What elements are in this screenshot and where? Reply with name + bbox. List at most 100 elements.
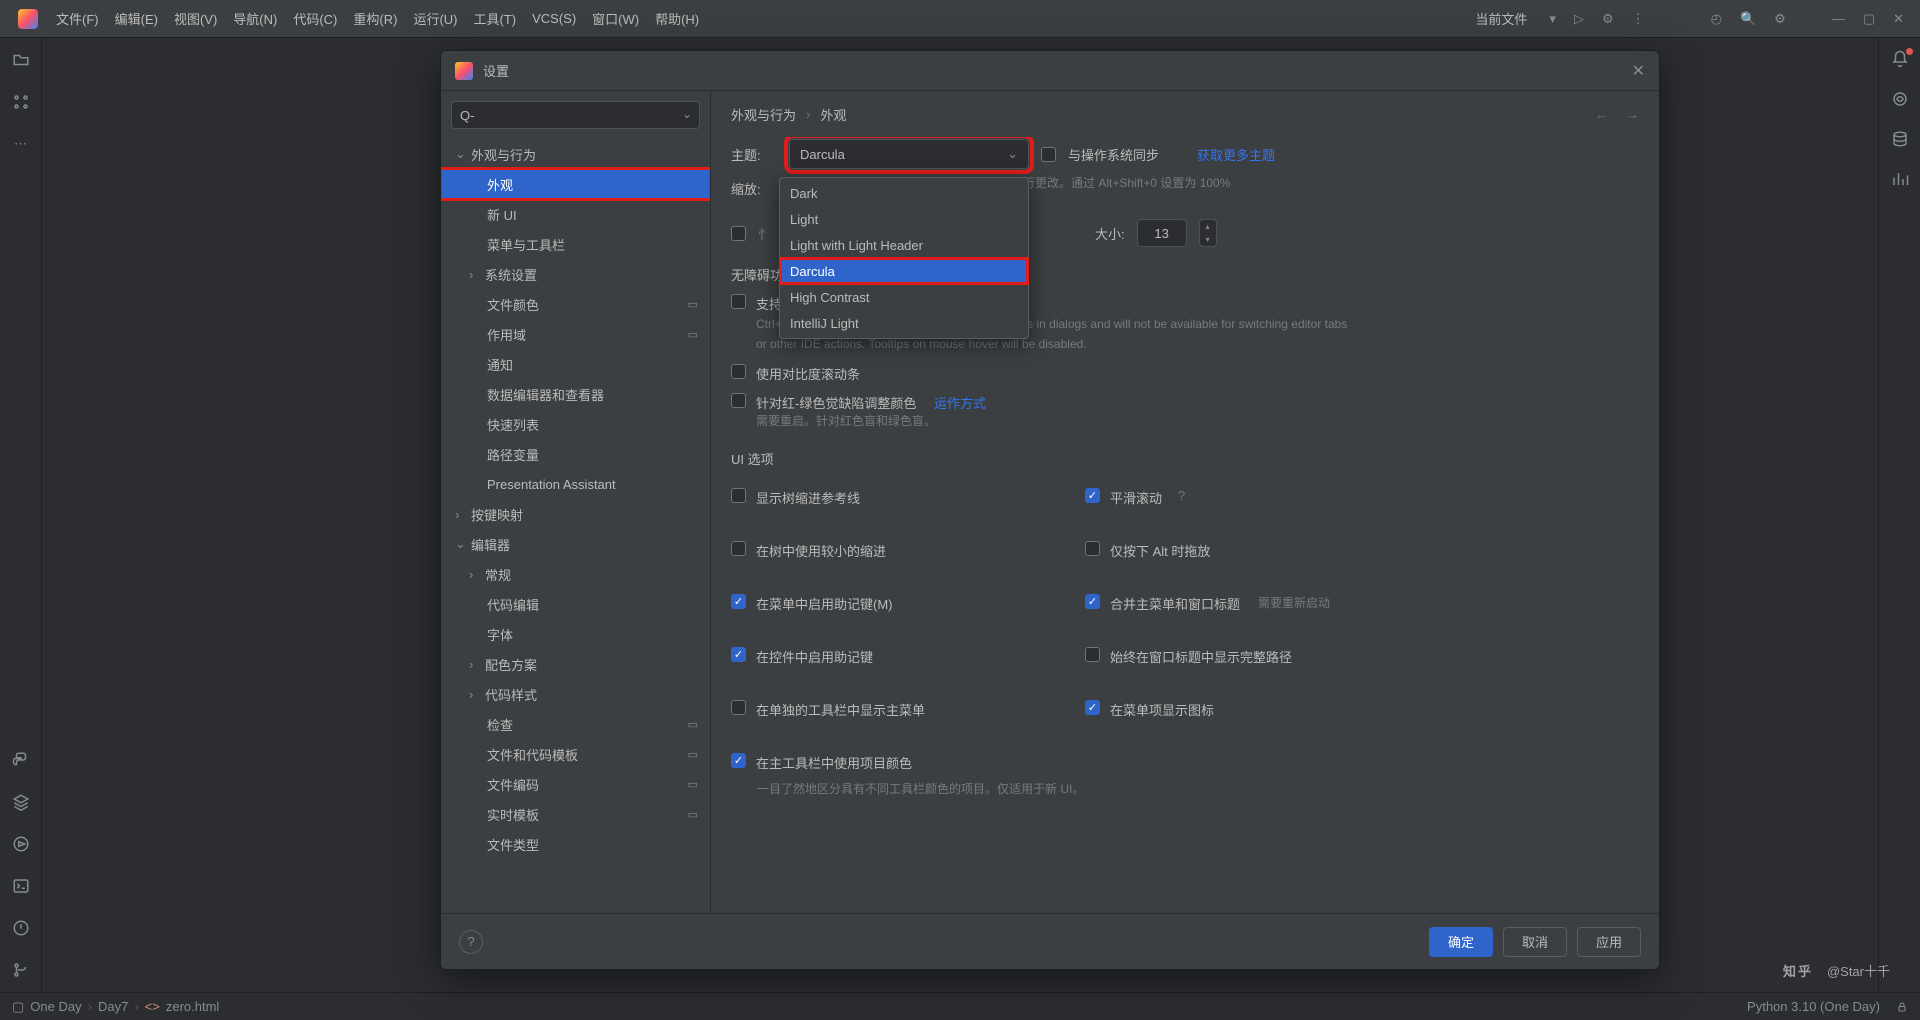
checkbox[interactable] (731, 488, 746, 503)
menu-view[interactable]: 视图(V) (166, 9, 225, 28)
menu-refactor[interactable]: 重构(R) (345, 9, 405, 28)
gear-icon[interactable]: ⚙ (1602, 11, 1614, 27)
structure-icon[interactable] (11, 92, 31, 112)
menu-navigate[interactable]: 导航(N) (225, 9, 285, 28)
tree-item[interactable]: 外观 (441, 169, 710, 199)
checkbox[interactable] (731, 594, 746, 609)
font-size-stepper[interactable]: ▴▾ (1199, 219, 1217, 247)
checkbox[interactable] (731, 647, 746, 662)
menu-help[interactable]: 帮助(H) (647, 9, 707, 28)
more-tools-icon[interactable]: ⋯ (11, 134, 31, 154)
tree-item[interactable]: 文件类型 (441, 829, 710, 859)
dropdown-item[interactable]: IntelliJ Light (780, 310, 1028, 336)
notifications-icon[interactable] (1891, 50, 1909, 68)
tree-item[interactable]: 快速列表 (441, 409, 710, 439)
contrast-scrollbar-checkbox[interactable] (731, 364, 746, 379)
search-input[interactable] (451, 101, 700, 129)
font-size-input[interactable] (1137, 219, 1187, 247)
tree-item[interactable]: 菜单与工具栏 (441, 229, 710, 259)
tree-item[interactable]: ›常规 (441, 559, 710, 589)
theme-combo[interactable]: Darcula ⌄ (789, 139, 1029, 169)
project-icon[interactable] (11, 50, 31, 70)
checkbox[interactable] (731, 700, 746, 715)
git-icon[interactable] (11, 960, 31, 980)
tree-item[interactable]: 通知 (441, 349, 710, 379)
menu-edit[interactable]: 编辑(E) (107, 9, 166, 28)
tree-item[interactable]: 文件编码▭ (441, 769, 710, 799)
help-icon[interactable]: ? (459, 930, 483, 954)
tree-item[interactable]: ⌄外观与行为 (441, 139, 710, 169)
tree-item[interactable]: ›代码样式 (441, 679, 710, 709)
tree-item[interactable]: 字体 (441, 619, 710, 649)
lock-icon[interactable] (1896, 1001, 1908, 1013)
interpreter-label[interactable]: Python 3.10 (One Day) (1747, 999, 1880, 1014)
checkbox[interactable] (731, 753, 746, 768)
checkbox[interactable] (1085, 594, 1100, 609)
dropdown-item[interactable]: High Contrast (780, 284, 1028, 310)
get-more-themes-link[interactable]: 获取更多主题 (1197, 145, 1275, 164)
tree-item[interactable]: 检查▭ (441, 709, 710, 739)
tree-item[interactable]: 文件颜色▭ (441, 289, 710, 319)
problems-icon[interactable] (11, 918, 31, 938)
tree-item[interactable]: ›系统设置 (441, 259, 710, 289)
screen-reader-checkbox[interactable] (731, 294, 746, 309)
menu-code[interactable]: 代码(C) (285, 9, 345, 28)
dropdown-item[interactable]: Darcula (780, 258, 1028, 284)
colorblind-checkbox[interactable] (731, 393, 746, 408)
sync-os-checkbox[interactable] (1041, 147, 1056, 162)
terminal-icon[interactable] (11, 876, 31, 896)
theme-dropdown[interactable]: DarkLightLight with Light HeaderDarculaH… (779, 177, 1029, 339)
current-file-label[interactable]: 当前文件 (1475, 9, 1527, 28)
tree-item[interactable]: ⌄编辑器 (441, 529, 710, 559)
layers-icon[interactable] (11, 792, 31, 812)
run-icon[interactable]: ▷ (1574, 11, 1584, 27)
window-minimize-icon[interactable]: — (1832, 11, 1845, 26)
breadcrumb[interactable]: ▢ One Day › Day7 › <> zero.html (12, 999, 219, 1015)
tree-item[interactable]: Presentation Assistant (441, 469, 710, 499)
forward-icon[interactable]: → (1626, 107, 1639, 122)
menu-window[interactable]: 窗口(W) (584, 9, 647, 28)
ai-icon[interactable] (1891, 90, 1909, 108)
checkbox[interactable] (1085, 488, 1100, 503)
tree-item[interactable]: 数据编辑器和查看器 (441, 379, 710, 409)
menu-file[interactable]: 文件(F) (48, 9, 107, 28)
tree-item[interactable]: 实时模板▭ (441, 799, 710, 829)
how-it-works-link[interactable]: 运作方式 (934, 396, 986, 411)
use-custom-font-checkbox[interactable] (731, 226, 746, 241)
settings-tree[interactable]: ⌄外观与行为外观新 UI菜单与工具栏›系统设置文件颜色▭作用域▭通知数据编辑器和… (441, 139, 710, 913)
services-icon[interactable] (11, 834, 31, 854)
person-icon[interactable]: ◴ (1711, 11, 1722, 27)
ok-button[interactable]: 确定 (1429, 927, 1493, 957)
dropdown-item[interactable]: Dark (780, 180, 1028, 206)
menu-vcs[interactable]: VCS(S) (524, 11, 584, 26)
back-icon[interactable]: ← (1595, 107, 1608, 122)
checkbox[interactable] (1085, 700, 1100, 715)
more-icon[interactable]: ⋮ (1632, 11, 1645, 27)
apply-button[interactable]: 应用 (1577, 927, 1641, 957)
database-icon[interactable] (1891, 130, 1909, 148)
dropdown-item[interactable]: Light (780, 206, 1028, 232)
close-icon[interactable]: ✕ (1632, 61, 1645, 81)
cancel-button[interactable]: 取消 (1503, 927, 1567, 957)
tree-item[interactable]: 路径变量 (441, 439, 710, 469)
menu-run[interactable]: 运行(U) (405, 9, 465, 28)
menu-tools[interactable]: 工具(T) (465, 9, 524, 28)
search-icon[interactable]: 🔍 (1740, 11, 1756, 27)
tree-item[interactable]: ›按键映射 (441, 499, 710, 529)
chevron-down-icon[interactable]: ▾ (1549, 11, 1556, 27)
checkbox[interactable] (1085, 647, 1100, 662)
stats-icon[interactable] (1891, 170, 1909, 188)
tree-item[interactable]: 文件和代码模板▭ (441, 739, 710, 769)
dropdown-item[interactable]: Light with Light Header (780, 232, 1028, 258)
window-restore-icon[interactable]: ▢ (1863, 11, 1875, 27)
help-icon[interactable]: ? (1178, 488, 1185, 503)
checkbox[interactable] (1085, 541, 1100, 556)
tree-item[interactable]: ›配色方案 (441, 649, 710, 679)
settings-icon[interactable]: ⚙ (1774, 11, 1786, 27)
checkbox[interactable] (731, 541, 746, 556)
python-console-icon[interactable] (11, 750, 31, 770)
window-close-icon[interactable]: ✕ (1893, 11, 1904, 27)
tree-item[interactable]: 新 UI (441, 199, 710, 229)
tree-item[interactable]: 作用域▭ (441, 319, 710, 349)
tree-item[interactable]: 代码编辑 (441, 589, 710, 619)
